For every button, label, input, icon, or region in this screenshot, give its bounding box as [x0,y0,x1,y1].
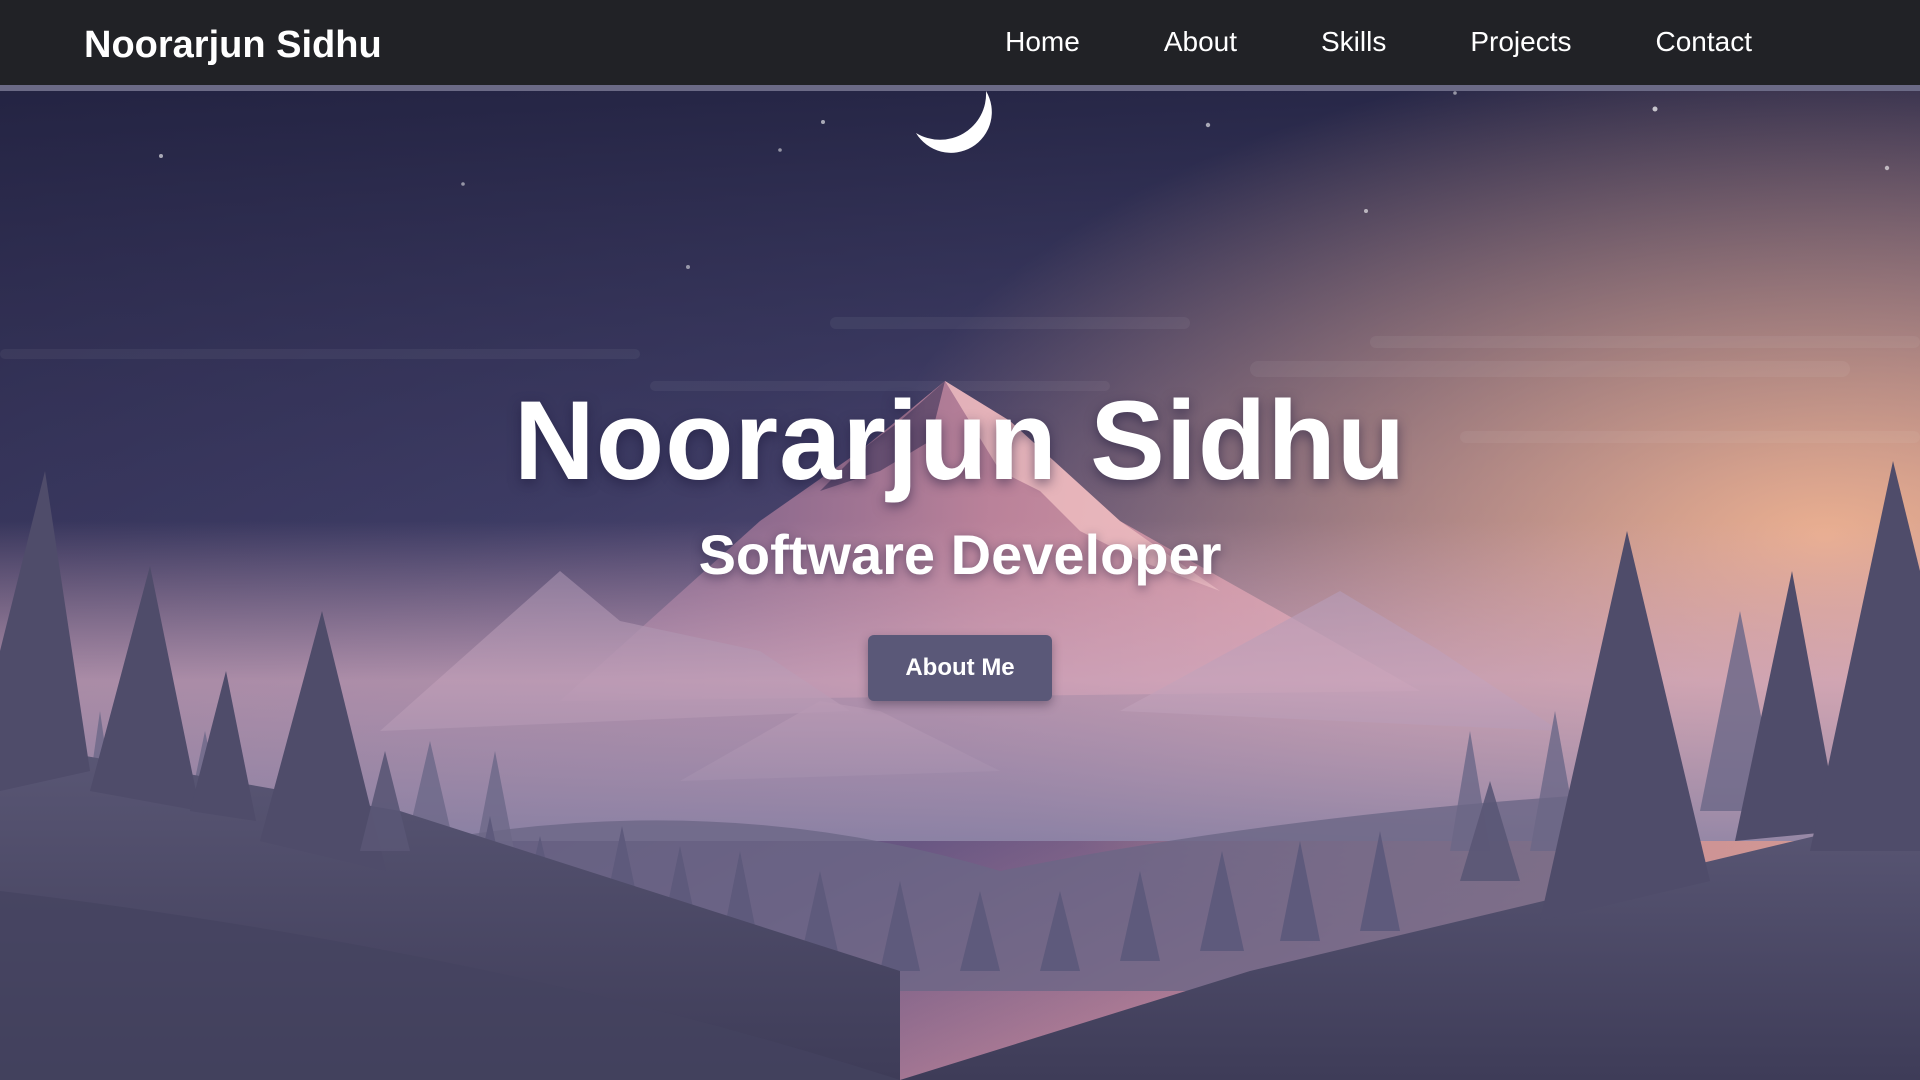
nav-link-skills[interactable]: Skills [1321,26,1386,58]
hero-title: Noorarjun Sidhu [513,378,1407,503]
hero-subtitle: Software Developer [698,523,1222,586]
about-me-button[interactable]: About Me [868,635,1052,701]
hero-section: Noorarjun Sidhu Software Developer About… [0,91,1920,1080]
nav-link-contact[interactable]: Contact [1656,26,1753,58]
nav-link-home[interactable]: Home [1005,26,1080,58]
brand-logo[interactable]: Noorarjun Sidhu [84,24,382,66]
nav-link-projects[interactable]: Projects [1470,26,1571,58]
navbar: Noorarjun Sidhu Home About Skills Projec… [0,0,1920,91]
portfolio-page: Noorarjun Sidhu Home About Skills Projec… [0,0,1920,1080]
nav-link-about[interactable]: About [1164,26,1237,58]
nav-links: Home About Skills Projects Contact [1005,0,1920,85]
